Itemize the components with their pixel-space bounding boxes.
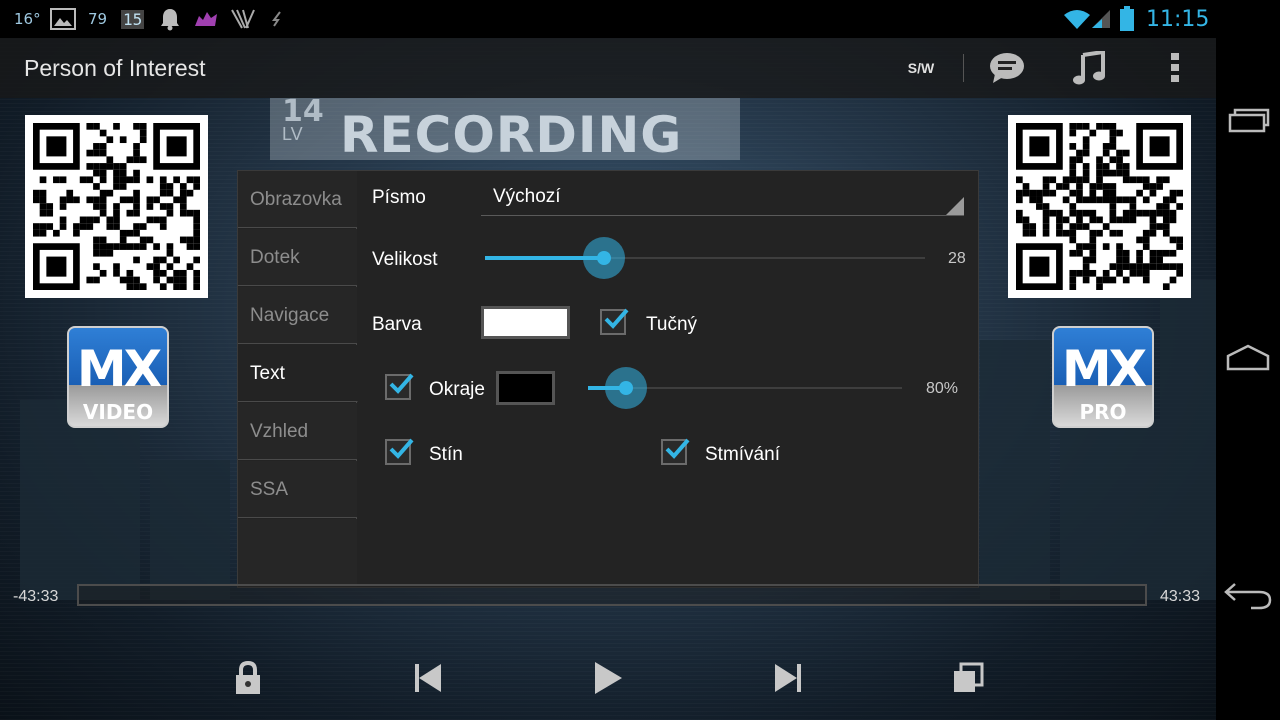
fade-checkbox[interactable] <box>661 438 690 465</box>
tab-text[interactable]: Text <box>238 345 358 402</box>
qr-code-left <box>25 115 208 298</box>
play-icon <box>595 662 622 694</box>
subtitle-button[interactable] <box>982 38 1032 98</box>
status-number: 79 <box>88 10 108 28</box>
back-button[interactable] <box>1216 556 1280 636</box>
action-bar: Person of Interest S/W <box>0 38 1216 98</box>
border-checkbox[interactable] <box>385 373 414 400</box>
music-note-icon <box>1073 51 1105 85</box>
rss-icon <box>230 0 256 38</box>
size-value: 28 <box>948 250 966 267</box>
back-icon <box>1224 583 1272 610</box>
checkmark-icon <box>389 373 414 394</box>
status-bar: 16° 79 15 11:15 <box>0 0 1280 38</box>
clock: 11:15 <box>1146 6 1210 32</box>
signal-icon <box>1092 0 1112 38</box>
mx-video-logo-title: MX <box>76 340 162 398</box>
aspect-ratio-button[interactable] <box>938 650 998 706</box>
previous-button[interactable] <box>398 650 458 706</box>
mx-pro-logo-sub: PRO <box>1079 400 1127 424</box>
settings-tabs: Obrazovka Dotek Navigace Text Vzhled SSA <box>238 171 358 587</box>
mx-video-logo: MX VIDEO <box>67 326 169 428</box>
lock-button[interactable] <box>218 650 278 706</box>
skip-previous-icon <box>415 664 441 692</box>
subtitle-settings-dialog: Obrazovka Dotek Navigace Text Vzhled SSA… <box>237 170 979 588</box>
recent-apps-icon <box>1228 108 1270 133</box>
shadow-checkbox[interactable] <box>385 438 414 465</box>
fade-label: Stmívání <box>705 444 780 465</box>
color-label: Barva <box>372 314 422 335</box>
photo-icon <box>50 0 76 38</box>
size-slider-thumb[interactable] <box>583 237 625 279</box>
subtitle-icon <box>990 53 1024 83</box>
play-button[interactable] <box>578 650 638 706</box>
tab-vzhled[interactable]: Vzhled <box>238 403 357 460</box>
wifi-icon <box>1063 0 1091 38</box>
overflow-menu-button[interactable] <box>1155 38 1195 98</box>
font-value: Výchozí <box>493 186 561 207</box>
temperature-text: 16° <box>14 10 41 28</box>
dropdown-caret-icon <box>946 197 964 215</box>
audio-track-button[interactable] <box>1064 38 1114 98</box>
font-label: Písmo <box>372 187 426 208</box>
shadow-label: Stín <box>429 444 463 465</box>
battery-icon <box>1119 0 1135 38</box>
video-title: Person of Interest <box>24 55 206 81</box>
overflow-menu-icon <box>1171 53 1179 82</box>
recording-text: RECORDING <box>340 106 683 164</box>
border-color-swatch[interactable] <box>496 371 555 405</box>
time-total: 43:33 <box>1160 588 1201 605</box>
mx-pro-logo: MX PRO <box>1052 326 1154 428</box>
sw-label: S/W <box>907 60 935 76</box>
aspect-ratio-icon <box>954 662 984 692</box>
bold-checkbox[interactable] <box>600 308 629 335</box>
status-number-boxed: 15 <box>121 9 145 29</box>
bold-label: Tučný <box>646 314 698 335</box>
misc-icon <box>270 0 284 38</box>
border-label: Okraje <box>429 379 485 400</box>
border-slider-thumb[interactable] <box>605 367 647 409</box>
home-icon <box>1226 344 1270 371</box>
navigation-bar <box>1216 38 1280 720</box>
next-button[interactable] <box>758 650 818 706</box>
border-opacity-value: 80% <box>926 380 959 397</box>
seek-bar[interactable] <box>77 584 1147 606</box>
font-select[interactable]: Výchozí <box>481 181 964 216</box>
checkmark-icon <box>665 438 690 459</box>
checkmark-icon <box>604 308 629 329</box>
sw-decoder-button[interactable]: S/W <box>896 38 946 98</box>
app-icon <box>193 0 219 38</box>
tab-obrazovka[interactable]: Obrazovka <box>238 171 357 228</box>
recent-apps-button[interactable] <box>1216 80 1280 160</box>
mx-video-logo-sub: VIDEO <box>82 400 154 424</box>
notification-bell-icon <box>159 0 181 38</box>
checkmark-icon <box>389 438 414 459</box>
qr-code-right <box>1008 115 1191 298</box>
mx-pro-logo-title: MX <box>1061 340 1147 398</box>
skip-next-icon <box>775 664 801 692</box>
tab-dotek[interactable]: Dotek <box>238 229 357 286</box>
size-label: Velikost <box>372 249 438 270</box>
tab-ssa[interactable]: SSA <box>238 461 357 518</box>
text-color-swatch[interactable] <box>481 306 570 339</box>
recording-lv: LV <box>282 124 303 144</box>
time-remaining: -43:33 <box>13 588 59 605</box>
lock-icon <box>236 661 260 694</box>
tab-navigace[interactable]: Navigace <box>238 287 357 344</box>
home-button[interactable] <box>1216 318 1280 398</box>
